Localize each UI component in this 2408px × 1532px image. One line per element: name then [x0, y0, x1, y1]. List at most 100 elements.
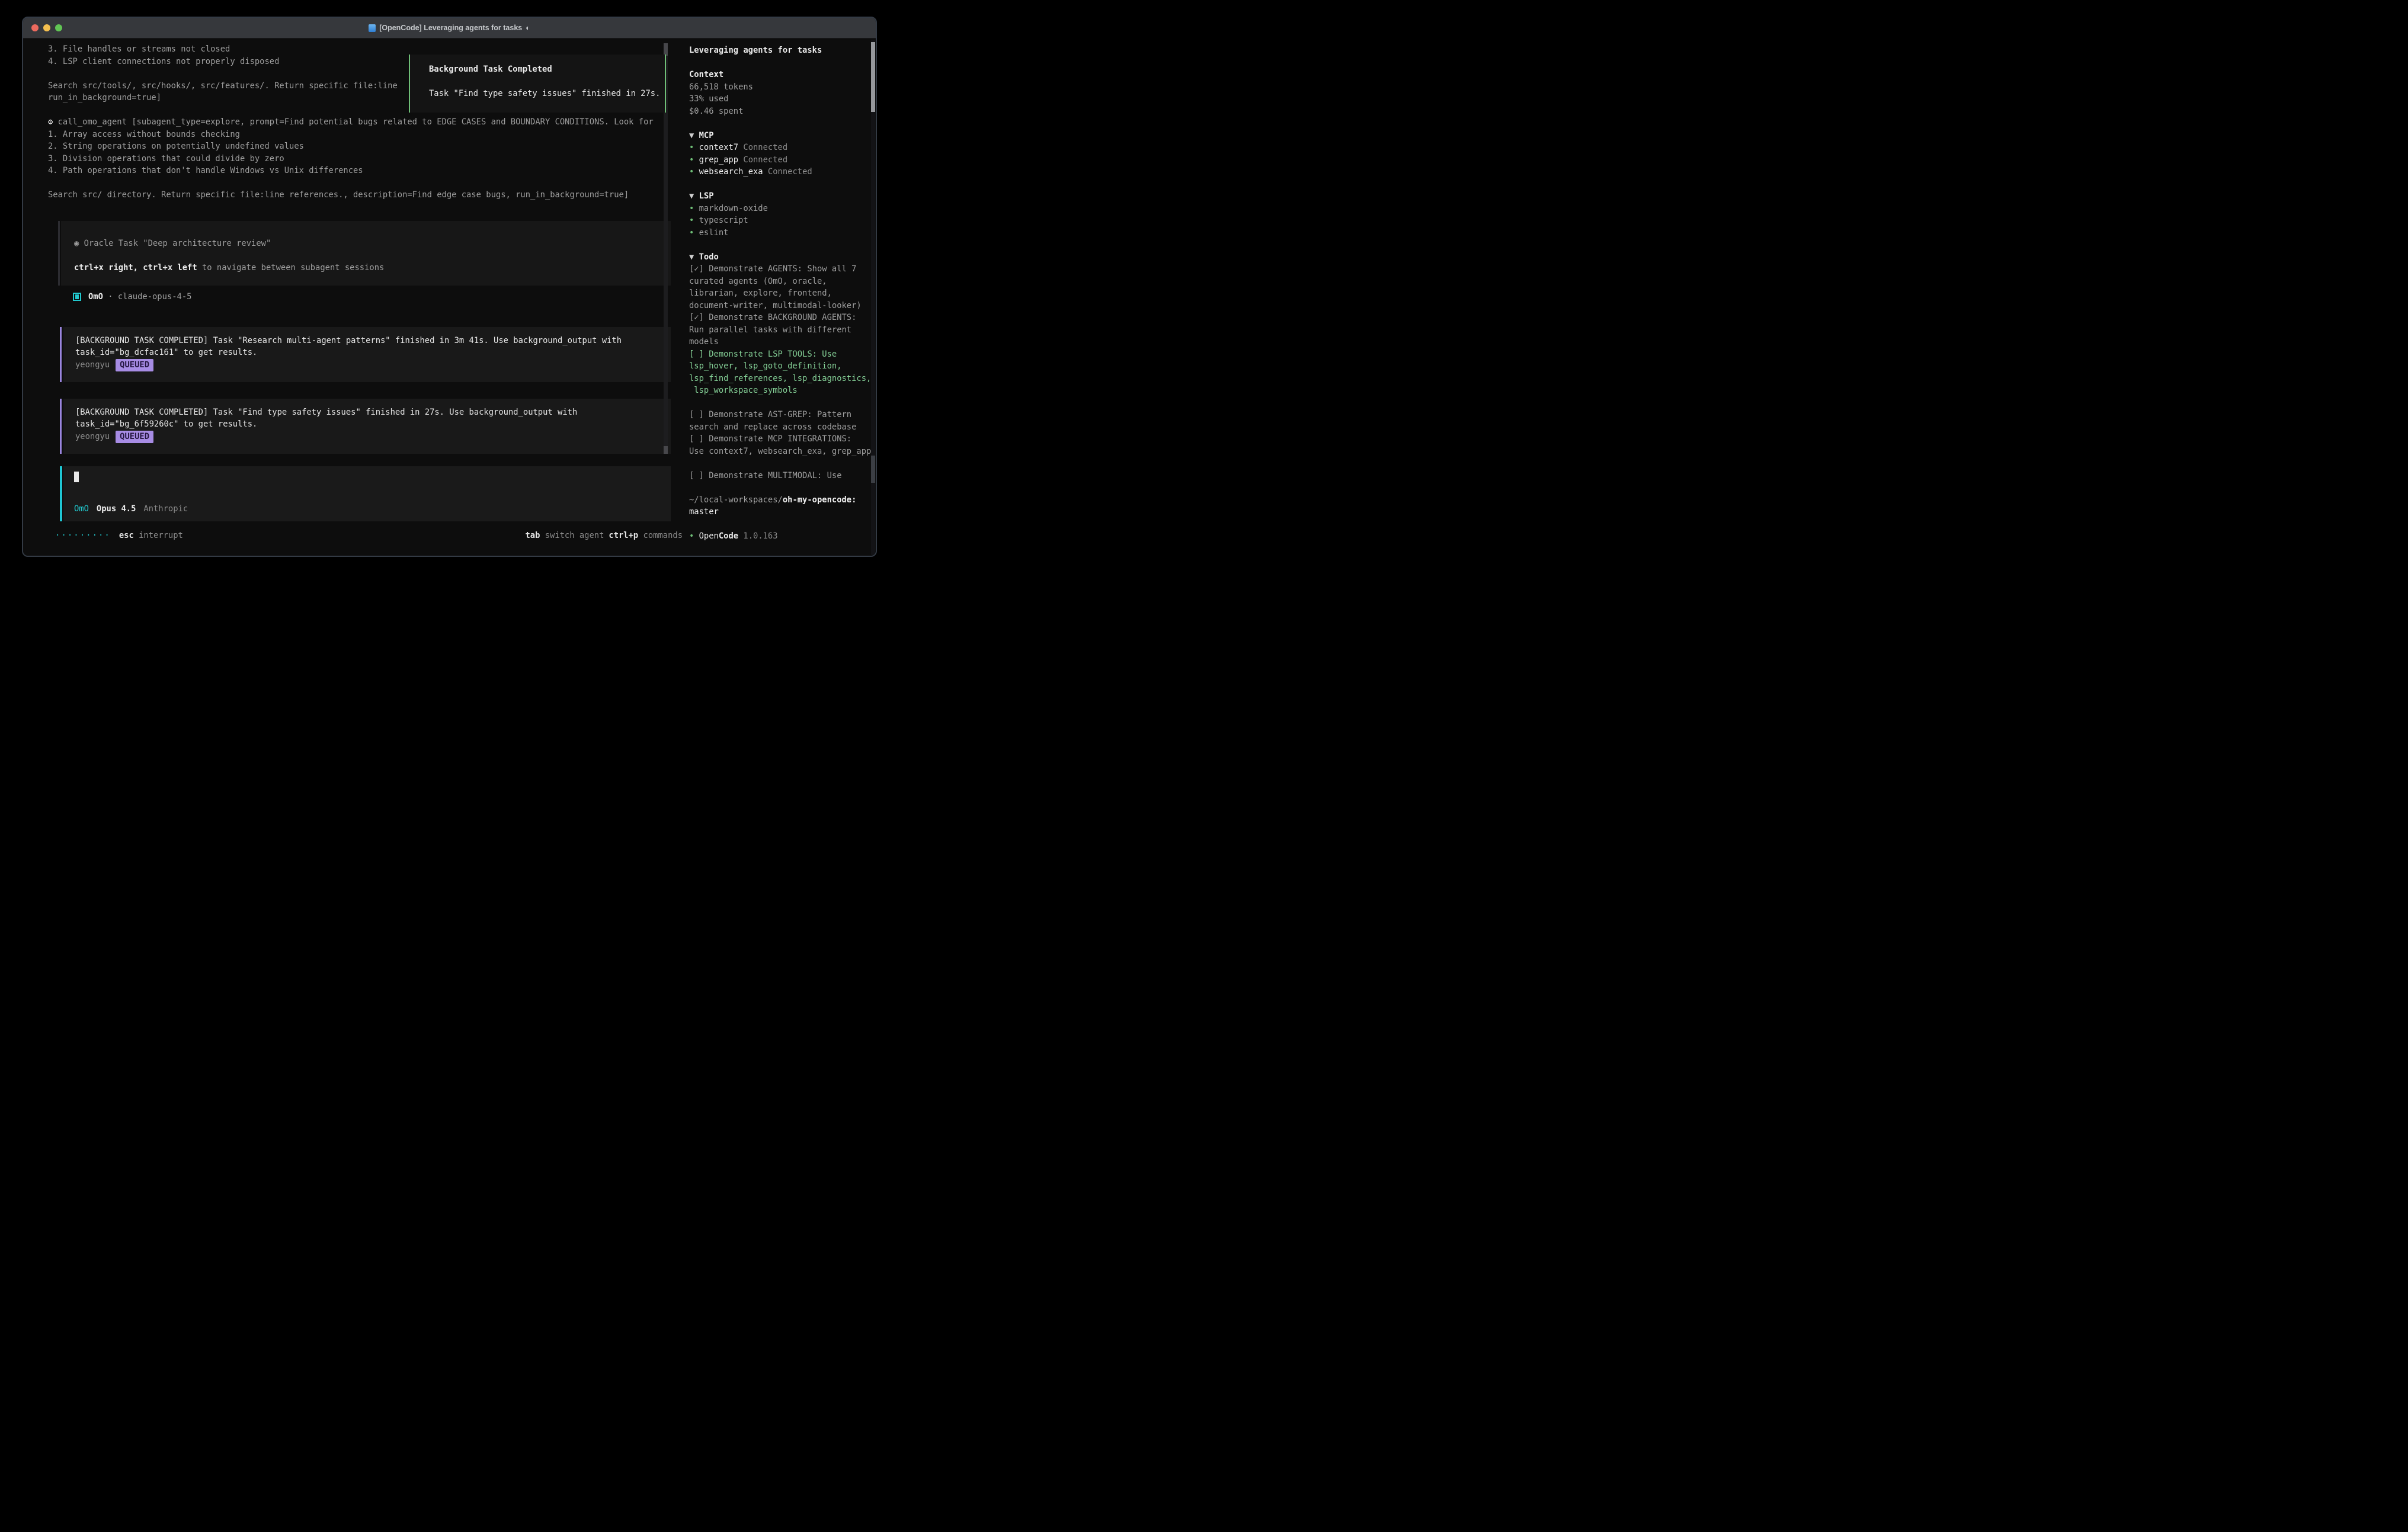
blank-line [689, 457, 870, 470]
scrollbar-thumb[interactable] [664, 43, 668, 56]
git-branch: master [689, 506, 870, 518]
input-agent-name[interactable]: OmO [74, 503, 89, 515]
todo-line-active: [ ] Demonstrate LSP TOOLS: Use [689, 348, 870, 361]
context-used: 33% used [689, 93, 870, 105]
mcp-item: • grep_app Connected [689, 154, 870, 166]
input-model-name[interactable]: Opus 4.5 [97, 503, 136, 515]
task-meta-line: yeongyuQUEUED [75, 431, 153, 443]
oracle-task-card[interactable]: ◉ Oracle Task "Deep architecture review"… [61, 221, 671, 286]
tool-call-list-item: 3. Division operations that could divide… [48, 153, 654, 165]
chat-line-blank [48, 177, 654, 190]
blank-line [689, 178, 870, 191]
task-accent-bar [60, 327, 62, 382]
oracle-task-hint-line: ctrl+x right, ctrl+x left to navigate be… [74, 262, 384, 274]
oracle-task-title-line: ◉ Oracle Task "Deep architecture review" [74, 238, 271, 250]
input-accent-bar [60, 466, 62, 521]
task-message-line: [BACKGROUND TASK COMPLETED] Task "Resear… [75, 335, 622, 347]
mcp-item: • context7 Connected [689, 142, 870, 154]
workspace-path: ~/local-workspaces/oh-my-opencode: [689, 494, 870, 507]
lsp-heading: LSP [699, 191, 714, 201]
todo-line-done: curated agents (OmO, oracle, [689, 275, 870, 288]
lsp-name: typescript [699, 216, 748, 225]
commands-action: commands [643, 531, 683, 540]
window-title-area: [OpenCode] Leveraging agents for tasks ◐ [23, 18, 876, 38]
window-title: [OpenCode] Leveraging agents for tasks [379, 24, 522, 32]
notification-body: Task "Find type safety issues" finished … [429, 88, 660, 100]
scrollbar-thumb[interactable] [664, 446, 668, 454]
oracle-task-title: Oracle Task "Deep architecture review" [79, 239, 271, 248]
scrollbar-segment[interactable] [871, 456, 875, 483]
text-cursor [74, 472, 79, 482]
workspace-path-prefix: ~/local-workspaces/ [689, 495, 783, 505]
task-message-line: task_id="bg_dcfac161" to get results. [75, 347, 257, 359]
tool-call-list-item: 1. Array access without bounds checking [48, 129, 654, 141]
document-proxy-icon [369, 24, 376, 32]
titlebar[interactable]: [OpenCode] Leveraging agents for tasks ◐ [23, 18, 876, 39]
todo-line-pending: [ ] Demonstrate MCP INTEGRATIONS: [689, 433, 870, 446]
context-heading: Context [689, 69, 870, 81]
context-tokens: 66,518 tokens [689, 81, 870, 94]
todo-line-done: models [689, 336, 870, 348]
todo-line-done: document-writer, multimodal-looker) [689, 300, 870, 312]
status-badge: QUEUED [116, 431, 153, 443]
mcp-status: Connected [768, 167, 812, 177]
shortcut-hint: to navigate between subagent sessions [197, 263, 385, 273]
prompt-input[interactable]: OmO Opus 4.5 Anthropic [63, 466, 671, 521]
blank-line [689, 518, 870, 531]
app-content: 3. File handles or streams not closed 4.… [23, 39, 876, 556]
mcp-name: websearch_exa [699, 167, 763, 177]
task-meta-line: yeongyuQUEUED [75, 359, 153, 371]
tab-hint: tab switch agent [525, 530, 604, 542]
todo-line-done: librarian, explore, frontend, [689, 287, 870, 300]
esc-action: interrupt [139, 531, 183, 540]
version-line: • OpenCode 1.0.163 [689, 530, 870, 543]
todo-line-done: Run parallel tasks with different [689, 324, 870, 336]
terminal-window: [OpenCode] Leveraging agents for tasks ◐… [22, 17, 877, 557]
todo-line-pending: search and replace across codebase [689, 421, 870, 434]
mcp-item: • websearch_exa Connected [689, 166, 870, 178]
todo-line-pending: Use context7, websearch_exa, grep_app [689, 446, 870, 458]
notification-title: Background Task Completed [429, 63, 552, 76]
keyboard-shortcuts: ctrl+x right, ctrl+x left [74, 263, 197, 273]
status-bar: ········· esc interrupt tab switch agent… [54, 530, 686, 542]
tab-action: switch agent [545, 531, 604, 540]
todo-line-pending: [ ] Demonstrate AST-GREP: Pattern [689, 409, 870, 421]
todo-line-done: [✓] Demonstrate BACKGROUND AGENTS: [689, 312, 870, 324]
task-message-line: [BACKGROUND TASK COMPLETED] Task "Find t… [75, 406, 577, 419]
esc-key: esc [119, 531, 134, 540]
esc-label [134, 531, 139, 540]
oracle-task-accent-bar [58, 221, 60, 286]
blank-line [689, 397, 870, 409]
lsp-name: eslint [699, 228, 729, 238]
background-task-message[interactable]: [BACKGROUND TASK COMPLETED] Task "Find t… [63, 399, 671, 454]
blank-line [689, 57, 870, 69]
agent-icon [73, 293, 81, 301]
sidebar-scrollbar[interactable] [871, 40, 875, 555]
scrollbar-thumb[interactable] [871, 42, 875, 112]
task-user: yeongyu [75, 360, 110, 370]
blank-line [689, 117, 870, 130]
lsp-item: • eslint [689, 227, 870, 239]
background-task-message[interactable]: [BACKGROUND TASK COMPLETED] Task "Resear… [63, 327, 671, 382]
todo-line-active: lsp_workspace_symbols [689, 384, 870, 397]
workspace-name: oh-my-opencode: [783, 495, 857, 505]
sidebar: Leveraging agents for tasks Context 66,5… [689, 39, 870, 543]
lsp-section-header[interactable]: ▼ LSP [689, 190, 870, 203]
todo-line-done: [✓] Demonstrate AGENTS: Show all 7 [689, 263, 870, 275]
todo-section-header[interactable]: ▼ Todo [689, 251, 870, 264]
blank-line [689, 239, 870, 251]
task-accent-bar [60, 399, 62, 454]
todo-line-active: lsp_hover, lsp_goto_definition, [689, 360, 870, 373]
todo-line-pending: [ ] Demonstrate MULTIMODAL: Use [689, 470, 870, 482]
agent-name: OmO [88, 291, 103, 303]
app-name-a: Open [699, 531, 719, 541]
tool-call-line: ⚙ call_omo_agent [subagent_type=explore,… [48, 116, 654, 129]
tool-call-list-item: 4. Path operations that don't handle Win… [48, 165, 654, 177]
blank-line [689, 482, 870, 494]
commands-hint: ctrl+p commands [609, 530, 683, 542]
notification-toast[interactable]: Background Task Completed Task "Find typ… [409, 55, 666, 113]
agent-header: OmO · claude-opus-4-5 [73, 291, 191, 303]
mcp-heading: MCP [699, 131, 714, 140]
desktop: [OpenCode] Leveraging agents for tasks ◐… [0, 0, 912, 581]
mcp-section-header[interactable]: ▼ MCP [689, 130, 870, 142]
